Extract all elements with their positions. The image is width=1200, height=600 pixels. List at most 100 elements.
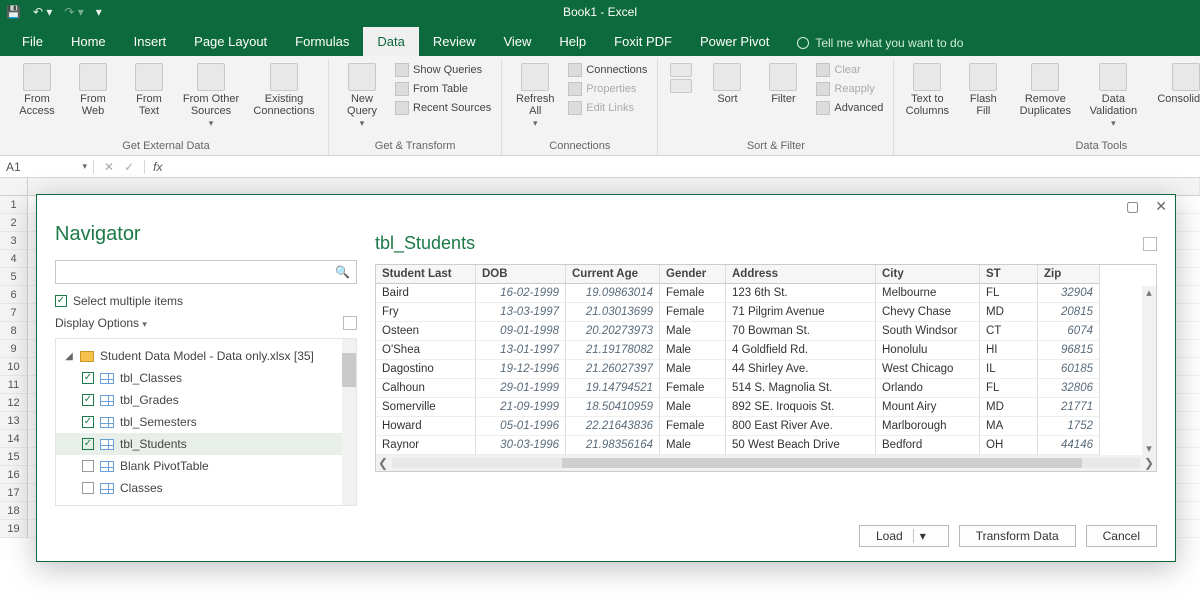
row-header[interactable]: 15 [0,448,28,466]
connections-button[interactable]: Connections [566,61,649,79]
table-row[interactable]: Baird16-02-199919.09863014Female123 6th … [376,284,1156,303]
select-multiple-checkbox[interactable]: ✓Select multiple items [55,294,357,308]
row-header[interactable]: 10 [0,358,28,376]
redo-icon[interactable]: ↷ ▾ [64,5,83,19]
cancel-formula-icon[interactable]: ✕ [104,160,114,174]
close-icon[interactable]: ✕ [1151,198,1171,215]
new-query-button[interactable]: New Query▾ [337,59,387,129]
consolidate-button[interactable]: Consolidate [1150,59,1200,105]
row-header[interactable]: 6 [0,286,28,304]
row-header[interactable]: 3 [0,232,28,250]
table-row[interactable]: Howard05-01-199622.21643836Female800 Eas… [376,417,1156,436]
tab-formulas[interactable]: Formulas [281,27,363,56]
filter-button[interactable]: Filter [758,59,808,105]
enter-formula-icon[interactable]: ✓ [124,160,134,174]
preview-hscroll[interactable]: ❮❯ [376,455,1156,471]
remove-duplicates-button[interactable]: Remove Duplicates [1014,59,1076,117]
table-row[interactable]: Osteen09-01-199820.20273973Male70 Bowman… [376,322,1156,341]
tree-item-tbl-students[interactable]: ✓tbl_Students [56,433,356,455]
properties-button[interactable]: Properties [566,80,649,98]
undo-icon[interactable]: ↶ ▾ [33,5,52,19]
row-header[interactable]: 18 [0,502,28,520]
column-header[interactable]: Current Age [566,265,660,284]
row-header[interactable]: 7 [0,304,28,322]
column-header[interactable]: Zip [1038,265,1100,284]
tree-item-tbl-grades[interactable]: ✓tbl_Grades [56,389,356,411]
save-icon[interactable]: 💾 [6,5,21,19]
from-access-button[interactable]: From Access [12,59,62,117]
table-row[interactable]: Somerville21-09-199918.50410959Male892 S… [376,398,1156,417]
text-to-columns-button[interactable]: Text to Columns [902,59,952,117]
row-header[interactable]: 4 [0,250,28,268]
search-input[interactable]: 🔍 [55,260,357,284]
cancel-button[interactable]: Cancel [1086,525,1157,547]
row-header[interactable]: 2 [0,214,28,232]
reapply-button[interactable]: Reapply [814,80,885,98]
checkbox-icon[interactable] [82,460,94,472]
show-queries-button[interactable]: Show Queries [393,61,493,79]
refresh-all-button[interactable]: Refresh All▾ [510,59,560,129]
preview-options-icon[interactable] [1143,237,1157,251]
preview-vscroll[interactable]: ▴▾ [1142,286,1156,455]
tree-file-node[interactable]: ◢ Student Data Model - Data only.xlsx [3… [56,345,356,367]
clear-button[interactable]: Clear [814,61,885,79]
row-header[interactable]: 17 [0,484,28,502]
from-table-button[interactable]: From Table [393,80,493,98]
row-header[interactable]: 5 [0,268,28,286]
column-header[interactable]: Student Last [376,265,476,284]
tab-foxit[interactable]: Foxit PDF [600,27,686,56]
checkbox-icon[interactable]: ✓ [82,438,94,450]
data-validation-button[interactable]: Data Validation▾ [1082,59,1144,129]
tab-page-layout[interactable]: Page Layout [180,27,281,56]
transform-data-button[interactable]: Transform Data [959,525,1076,547]
row-header[interactable]: 13 [0,412,28,430]
tab-insert[interactable]: Insert [120,27,181,56]
tree-item-classes[interactable]: Classes [56,477,356,499]
flash-fill-button[interactable]: Flash Fill [958,59,1008,117]
checkbox-icon[interactable]: ✓ [82,372,94,384]
checkbox-icon[interactable] [82,482,94,494]
table-row[interactable]: Calhoun29-01-199919.14794521Female514 S.… [376,379,1156,398]
table-row[interactable]: O'Shea13-01-199721.19178082Male4 Goldfie… [376,341,1156,360]
tree-scrollbar[interactable] [342,339,356,505]
table-row[interactable]: Dagostino19-12-199621.26027397Male44 Shi… [376,360,1156,379]
tab-file[interactable]: File [8,27,57,56]
tell-me-search[interactable]: Tell me what you want to do [797,36,963,56]
row-header[interactable]: 16 [0,466,28,484]
tab-data[interactable]: Data [363,27,418,56]
edit-links-button[interactable]: Edit Links [566,99,649,117]
advanced-button[interactable]: Advanced [814,99,885,117]
tab-power-pivot[interactable]: Power Pivot [686,27,783,56]
fx-icon[interactable]: fx [145,160,170,174]
display-options-dropdown[interactable]: Display Options ▾ [55,316,147,330]
tree-item-blank-pivottable[interactable]: Blank PivotTable [56,455,356,477]
column-header[interactable]: Gender [660,265,726,284]
recent-sources-button[interactable]: Recent Sources [393,99,493,117]
load-button[interactable]: Load▾ [859,525,949,547]
sort-az-button[interactable] [666,59,696,93]
tree-item-tbl-classes[interactable]: ✓tbl_Classes [56,367,356,389]
sort-button[interactable]: Sort [702,59,752,105]
table-row[interactable]: Fry13-03-199721.03013699Female71 Pilgrim… [376,303,1156,322]
tab-view[interactable]: View [489,27,545,56]
checkbox-icon[interactable]: ✓ [82,394,94,406]
from-other-sources-button[interactable]: From Other Sources▾ [180,59,242,129]
column-header[interactable]: Address [726,265,876,284]
column-header[interactable]: City [876,265,980,284]
row-header[interactable]: 19 [0,520,28,538]
table-row[interactable]: Raynor30-03-199621.98356164Male50 West B… [376,436,1156,455]
from-web-button[interactable]: From Web [68,59,118,117]
row-header[interactable]: 1 [0,196,28,214]
checkbox-icon[interactable]: ✓ [82,416,94,428]
row-header[interactable]: 12 [0,394,28,412]
row-header[interactable]: 8 [0,322,28,340]
tab-help[interactable]: Help [545,27,600,56]
refresh-icon[interactable] [343,316,357,330]
row-header[interactable]: 11 [0,376,28,394]
existing-connections-button[interactable]: Existing Connections [248,59,320,117]
tab-home[interactable]: Home [57,27,120,56]
row-header[interactable]: 9 [0,340,28,358]
tab-review[interactable]: Review [419,27,490,56]
column-header[interactable]: DOB [476,265,566,284]
row-header[interactable]: 14 [0,430,28,448]
